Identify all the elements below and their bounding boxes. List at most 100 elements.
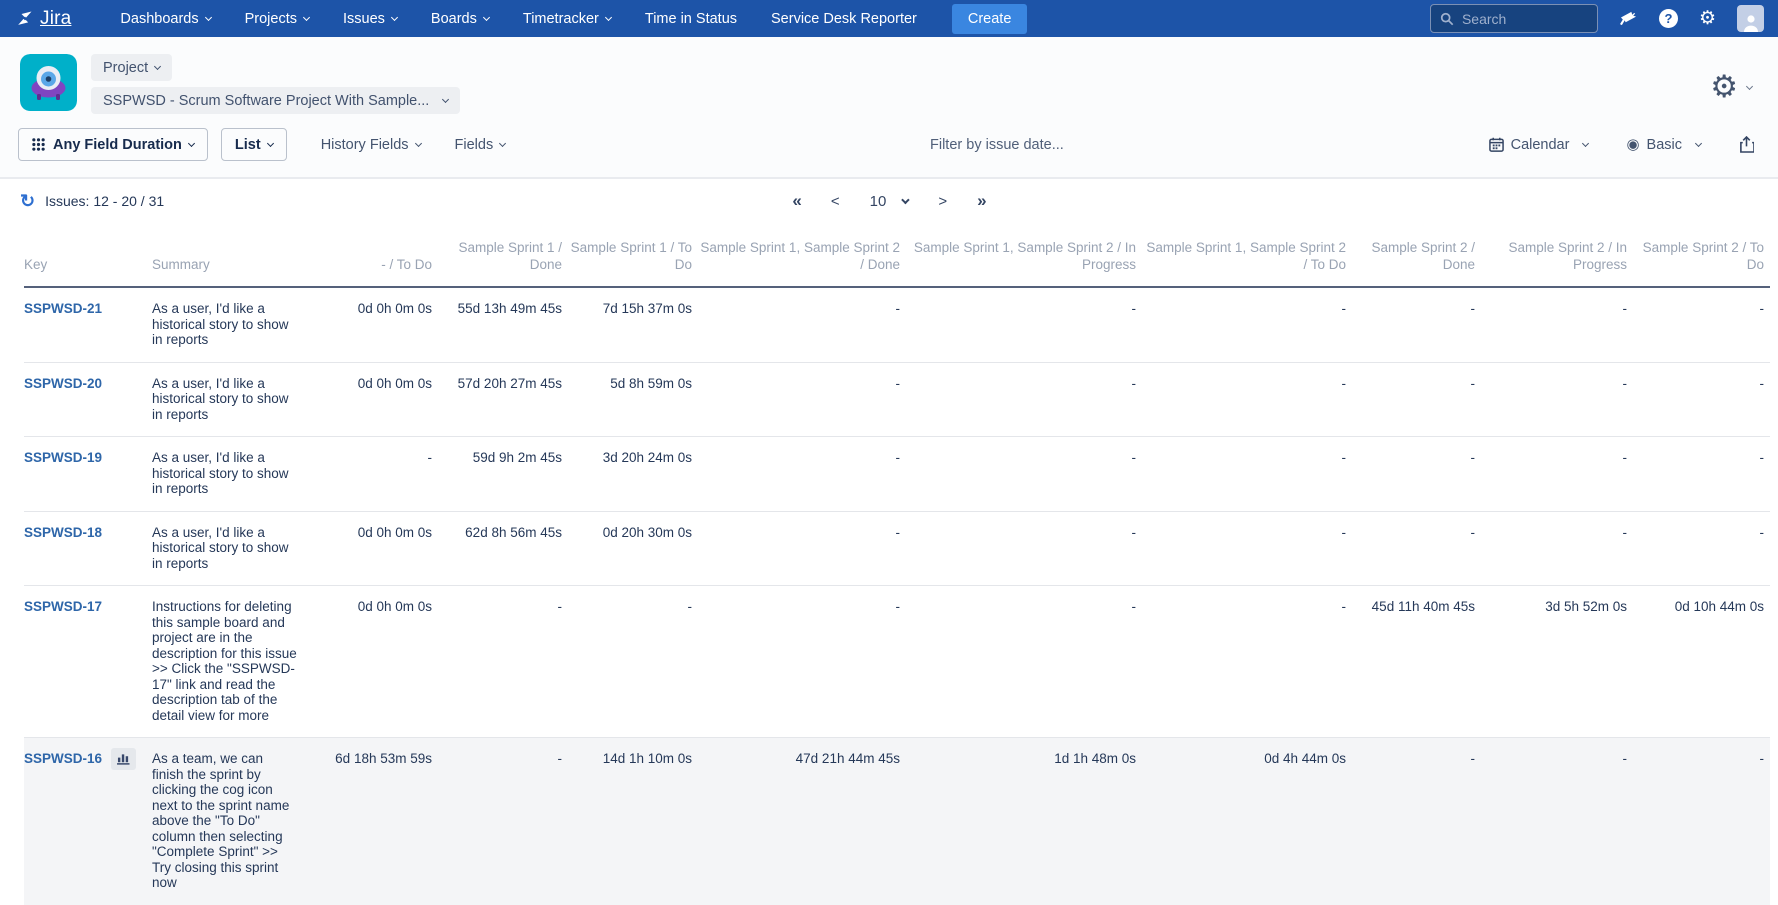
duration-cell: - xyxy=(1633,738,1770,905)
view-type-selector[interactable]: List xyxy=(221,128,287,161)
export-button[interactable] xyxy=(1739,136,1754,153)
report-settings-button[interactable]: ⚙ xyxy=(1710,69,1752,105)
field-duration-selector[interactable]: Any Field Duration xyxy=(18,128,208,161)
issue-key-link[interactable]: SSPWSD-16 xyxy=(24,751,102,766)
duration-cell: 0d 0h 0m 0s xyxy=(320,287,438,362)
duration-cell: - xyxy=(1481,287,1633,362)
duration-cell: 3d 5h 52m 0s xyxy=(1481,586,1633,738)
last-page-button[interactable]: » xyxy=(977,191,985,211)
duration-cell: - xyxy=(698,511,906,586)
duration-cell: - xyxy=(906,287,1142,362)
chevron-down-icon xyxy=(414,140,421,147)
previous-page-button[interactable]: < xyxy=(831,193,840,210)
duration-cell: - xyxy=(438,738,568,905)
duration-cell: - xyxy=(1142,437,1352,512)
duration-cell: 0d 4h 44m 0s xyxy=(1142,738,1352,905)
duration-cell: - xyxy=(1142,511,1352,586)
first-page-button[interactable]: « xyxy=(792,191,800,211)
issue-summary: As a user, I'd like a historical story t… xyxy=(152,525,298,572)
history-fields-dropdown[interactable]: History Fields xyxy=(321,137,421,153)
nav-item-timetracker[interactable]: Timetracker xyxy=(510,5,624,33)
issue-date-filter-input[interactable] xyxy=(887,137,1107,153)
column-header: - / To Do xyxy=(320,223,438,287)
column-header-key: Key xyxy=(24,223,152,287)
duration-cell: - xyxy=(1142,586,1352,738)
duration-cell: - xyxy=(1481,511,1633,586)
scope-selector[interactable]: Project xyxy=(91,54,172,81)
column-header: Sample Sprint 1, Sample Sprint 2 / To Do xyxy=(1142,223,1352,287)
duration-cell: 0d 0h 0m 0s xyxy=(320,511,438,586)
column-header: Sample Sprint 2 / To Do xyxy=(1633,223,1770,287)
duration-cell: - xyxy=(1481,738,1633,905)
table-row-highlighted: SSPWSD-16 As a team, we can fini xyxy=(24,738,1770,905)
page-header-section: Project SSPWSD - Scrum Software Project … xyxy=(0,37,1778,179)
duration-cell: - xyxy=(906,437,1142,512)
duration-cell: - xyxy=(1352,362,1481,437)
duration-cell: - xyxy=(906,511,1142,586)
duration-cell: - xyxy=(1352,511,1481,586)
duration-cell: - xyxy=(1481,437,1633,512)
announcements-megaphone-icon[interactable] xyxy=(1619,10,1638,27)
page-size-dropdown[interactable]: 10 xyxy=(870,193,909,210)
column-header: Sample Sprint 1, Sample Sprint 2 / Done xyxy=(698,223,906,287)
duration-cell: 0d 20h 30m 0s xyxy=(568,511,698,586)
column-header: Sample Sprint 2 / In Progress xyxy=(1481,223,1633,287)
issue-summary: As a user, I'd like a historical story t… xyxy=(152,450,298,497)
chevron-down-icon xyxy=(188,140,195,147)
nav-item-boards[interactable]: Boards xyxy=(418,5,502,33)
nav-item-service-desk-reporter[interactable]: Service Desk Reporter xyxy=(758,5,930,33)
duration-cell: - xyxy=(1142,362,1352,437)
duration-cell: 0d 0h 0m 0s xyxy=(320,362,438,437)
issue-key-link[interactable]: SSPWSD-17 xyxy=(24,599,102,614)
duration-cell: - xyxy=(568,586,698,738)
duration-cell: - xyxy=(698,287,906,362)
issues-table-container: Key Summary - / To Do Sample Sprint 1 / … xyxy=(0,223,1778,905)
chevron-down-icon xyxy=(205,14,212,21)
issues-table: Key Summary - / To Do Sample Sprint 1 / … xyxy=(24,223,1770,905)
duration-cell: 62d 8h 56m 45s xyxy=(438,511,568,586)
duration-cell: 57d 20h 27m 45s xyxy=(438,362,568,437)
grid-icon xyxy=(32,138,45,151)
chevron-down-icon xyxy=(391,14,398,21)
chevron-down-icon xyxy=(605,14,612,21)
duration-cell: - xyxy=(1352,437,1481,512)
chevron-down-icon xyxy=(267,140,274,147)
next-page-button[interactable]: > xyxy=(938,193,947,210)
duration-cell: 3d 20h 24m 0s xyxy=(568,437,698,512)
column-header-summary: Summary xyxy=(152,223,320,287)
refresh-icon[interactable]: ↻ xyxy=(20,192,35,210)
nav-item-time-in-status[interactable]: Time in Status xyxy=(632,5,750,33)
user-avatar[interactable] xyxy=(1737,5,1764,32)
report-toolbar: Any Field Duration List History Fields F… xyxy=(0,120,1778,177)
nav-item-dashboards[interactable]: Dashboards xyxy=(107,5,223,33)
top-navigation-bar: Jira Dashboards Projects Issues Boards T… xyxy=(0,0,1778,37)
chevron-down-icon xyxy=(442,96,449,103)
export-share-icon xyxy=(1739,136,1754,153)
issue-key-link[interactable]: SSPWSD-21 xyxy=(24,301,102,316)
table-row: SSPWSD-19 As a user, I'd like a historic… xyxy=(24,437,1770,512)
chart-button[interactable] xyxy=(111,748,136,770)
calendar-dropdown[interactable]: Calendar xyxy=(1489,137,1589,153)
chevron-down-icon xyxy=(1582,140,1589,147)
issue-key-link[interactable]: SSPWSD-19 xyxy=(24,450,102,465)
create-button[interactable]: Create xyxy=(952,4,1028,34)
issue-key-link[interactable]: SSPWSD-18 xyxy=(24,525,102,540)
view-mode-dropdown[interactable]: ◉ Basic xyxy=(1626,137,1701,153)
project-selector[interactable]: SSPWSD - Scrum Software Project With Sam… xyxy=(91,87,460,114)
duration-cell: - xyxy=(906,362,1142,437)
nav-item-projects[interactable]: Projects xyxy=(232,5,322,33)
jira-logo[interactable]: Jira xyxy=(14,8,71,30)
global-search[interactable] xyxy=(1430,4,1598,33)
issue-summary: As a user, I'd like a historical story t… xyxy=(152,376,298,423)
pager-controls: « < 10 > » xyxy=(792,191,985,211)
duration-cell: - xyxy=(320,437,438,512)
search-input[interactable] xyxy=(1462,11,1582,27)
fields-dropdown[interactable]: Fields xyxy=(455,137,506,153)
settings-gear-icon[interactable]: ⚙ xyxy=(1699,9,1716,28)
project-avatar xyxy=(20,54,77,111)
nav-item-issues[interactable]: Issues xyxy=(330,5,410,33)
help-icon[interactable]: ? xyxy=(1659,9,1678,28)
jira-logo-icon xyxy=(14,9,34,29)
issue-summary: As a user, I'd like a historical story t… xyxy=(152,301,298,348)
issue-key-link[interactable]: SSPWSD-20 xyxy=(24,376,102,391)
